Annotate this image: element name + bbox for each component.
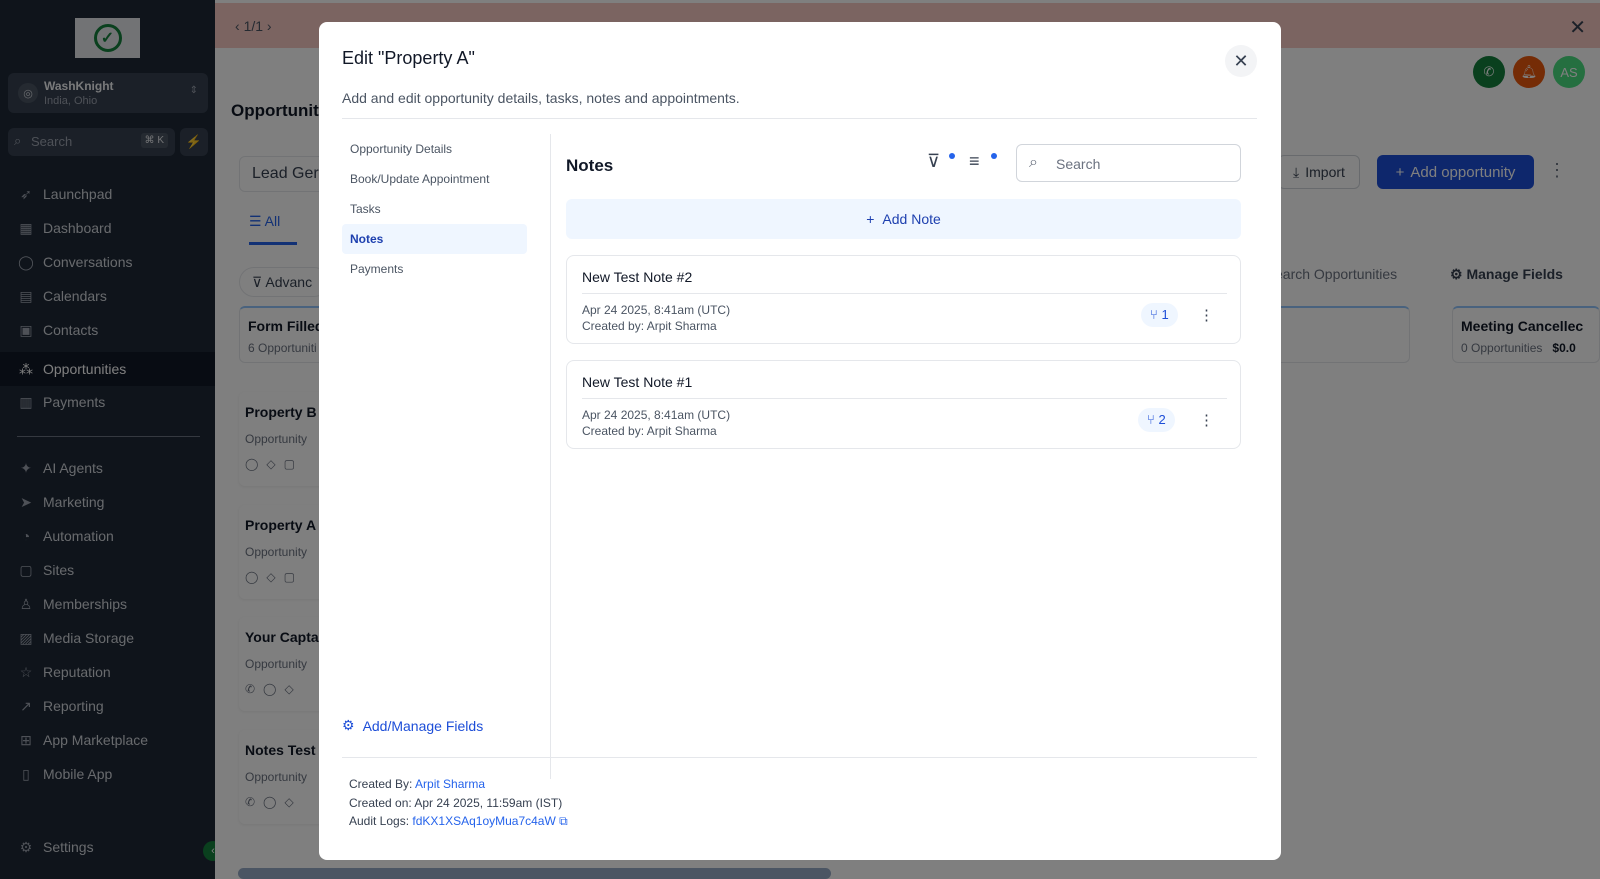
- notes-search-input[interactable]: ⌕ Search: [1016, 144, 1241, 182]
- footer-created-by-label: Created By:: [349, 777, 413, 791]
- relation-icon: ⑂: [1147, 412, 1155, 427]
- close-icon[interactable]: ✕: [1225, 45, 1257, 77]
- note-relations-badge[interactable]: ⑂ 1: [1141, 303, 1178, 327]
- tab-book-update-appointment[interactable]: Book/Update Appointment: [342, 164, 527, 194]
- note-created-by: Created by: Arpit Sharma: [582, 319, 717, 333]
- modal-title: Edit "Property A": [342, 48, 475, 68]
- vertical-divider: [550, 134, 551, 779]
- tab-notes[interactable]: Notes: [342, 224, 527, 254]
- filter-icon[interactable]: ⊽: [927, 151, 940, 172]
- note-relations-count: 2: [1158, 412, 1166, 427]
- footer-audit-logs: Audit Logs: fdKX1XSAq1oyMua7c4aW ⧉: [349, 814, 568, 829]
- edit-opportunity-modal: Edit "Property A" Add and edit opportuni…: [319, 22, 1281, 860]
- note-relations-count: 1: [1161, 307, 1169, 322]
- note-created-by: Created by: Arpit Sharma: [582, 424, 717, 438]
- sort-icon[interactable]: ≡: [969, 151, 980, 172]
- note-menu-icon[interactable]: ⋮: [1199, 411, 1214, 429]
- tab-tasks[interactable]: Tasks: [342, 194, 527, 224]
- footer-created-by: Created By: Arpit Sharma: [349, 777, 485, 791]
- note-relations-badge[interactable]: ⑂ 2: [1138, 408, 1175, 432]
- note-title: New Test Note #2: [582, 269, 693, 285]
- divider: [342, 757, 1257, 758]
- note-card[interactable]: New Test Note #1 Apr 24 2025, 8:41am (UT…: [566, 360, 1241, 449]
- modal-subtitle: Add and edit opportunity details, tasks,…: [342, 90, 740, 106]
- copy-icon[interactable]: ⧉: [559, 814, 568, 828]
- plus-icon: +: [866, 211, 875, 227]
- add-note-button[interactable]: + Add Note: [566, 199, 1241, 239]
- note-title: New Test Note #1: [582, 374, 693, 390]
- footer-created-on: Created on: Apr 24 2025, 11:59am (IST): [349, 796, 563, 810]
- tab-opportunity-details[interactable]: Opportunity Details: [342, 134, 527, 164]
- note-date: Apr 24 2025, 8:41am (UTC): [582, 408, 731, 422]
- footer-created-by-link[interactable]: Arpit Sharma: [415, 777, 485, 791]
- note-card[interactable]: New Test Note #2 Apr 24 2025, 8:41am (UT…: [566, 255, 1241, 344]
- sort-indicator-dot: [991, 153, 997, 159]
- add-note-label: Add Note: [882, 211, 941, 227]
- footer-audit-label: Audit Logs:: [349, 814, 410, 828]
- relation-icon: ⑂: [1150, 307, 1158, 322]
- divider: [342, 118, 1257, 119]
- audit-log-link[interactable]: fdKX1XSAq1oyMua7c4aW: [412, 814, 555, 828]
- gear-icon: ⚙: [342, 717, 355, 733]
- add-manage-fields-button[interactable]: ⚙ Add/Manage Fields: [342, 717, 483, 734]
- filter-indicator-dot: [949, 153, 955, 159]
- divider: [582, 398, 1227, 399]
- note-date: Apr 24 2025, 8:41am (UTC): [582, 303, 731, 317]
- horizontal-scrollbar[interactable]: [238, 868, 831, 879]
- tab-payments[interactable]: Payments: [342, 254, 527, 284]
- add-manage-fields-label: Add/Manage Fields: [362, 717, 484, 734]
- notes-search-placeholder: Search: [1056, 156, 1101, 172]
- divider: [582, 293, 1227, 294]
- note-menu-icon[interactable]: ⋮: [1199, 306, 1214, 324]
- notes-heading: Notes: [566, 156, 614, 175]
- search-icon: ⌕: [1029, 154, 1038, 171]
